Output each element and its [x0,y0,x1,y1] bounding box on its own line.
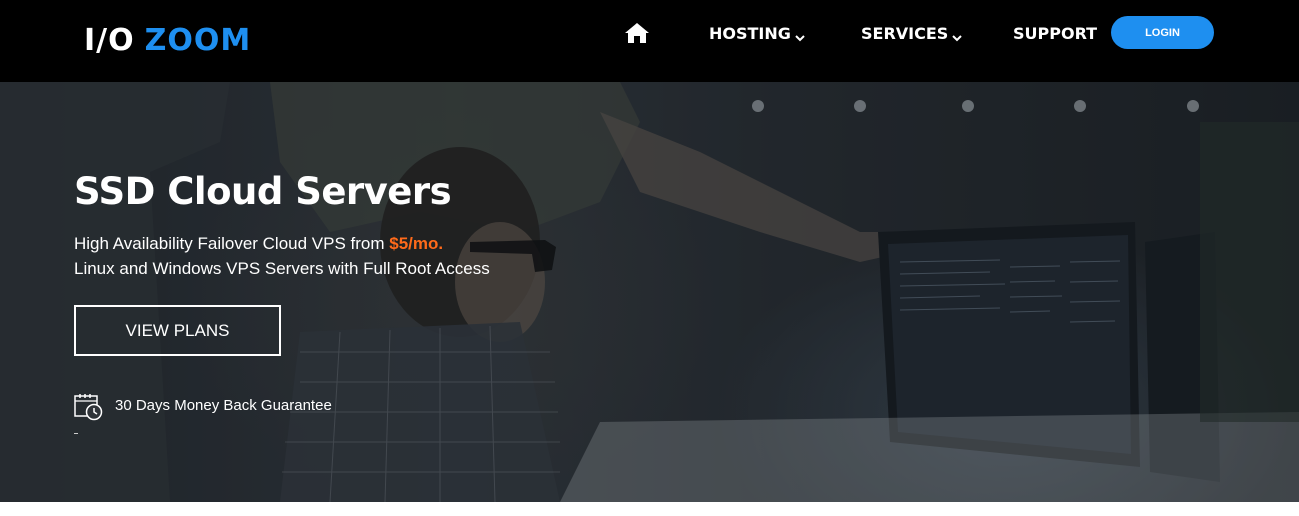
nav-hosting-label: HOSTING [709,23,791,43]
hero-subtitle-line1: High Availability Failover Cloud VPS fro… [74,234,443,254]
site-logo[interactable]: I/O ZOOM [84,22,251,58]
logo-text-io: I/O [84,22,135,58]
money-back-guarantee-text: 30 Days Money Back Guarantee [115,397,332,414]
home-icon[interactable] [624,22,650,44]
logo-text-zoom: ZOOM [144,22,252,58]
hero-price: $5/mo. [389,234,444,253]
nav-services[interactable]: SERVICES [861,22,963,44]
hero-dark-overlay [0,82,1299,502]
nav-support[interactable]: SUPPORT [1013,22,1097,44]
login-button[interactable]: LOGIN [1111,16,1214,49]
hero-title: SSD Cloud Servers [74,170,452,213]
hero-section: SSD Cloud Servers High Availability Fail… [0,82,1299,502]
site-header: I/O ZOOM HOSTING SERVICES SUPPORT LOGIN [0,0,1299,82]
nav-services-label: SERVICES [861,23,949,43]
hero-subtitle-text: High Availability Failover Cloud VPS fro… [74,234,390,253]
chevron-down-icon [795,28,805,42]
view-plans-button[interactable]: VIEW PLANS [74,305,281,356]
hero-subtitle-line2: Linux and Windows VPS Servers with Full … [74,259,490,278]
divider [74,433,78,434]
calendar-clock-icon [74,393,104,421]
chevron-down-icon [952,28,963,42]
nav-hosting[interactable]: HOSTING [709,22,805,44]
nav-support-label: SUPPORT [1013,23,1098,43]
